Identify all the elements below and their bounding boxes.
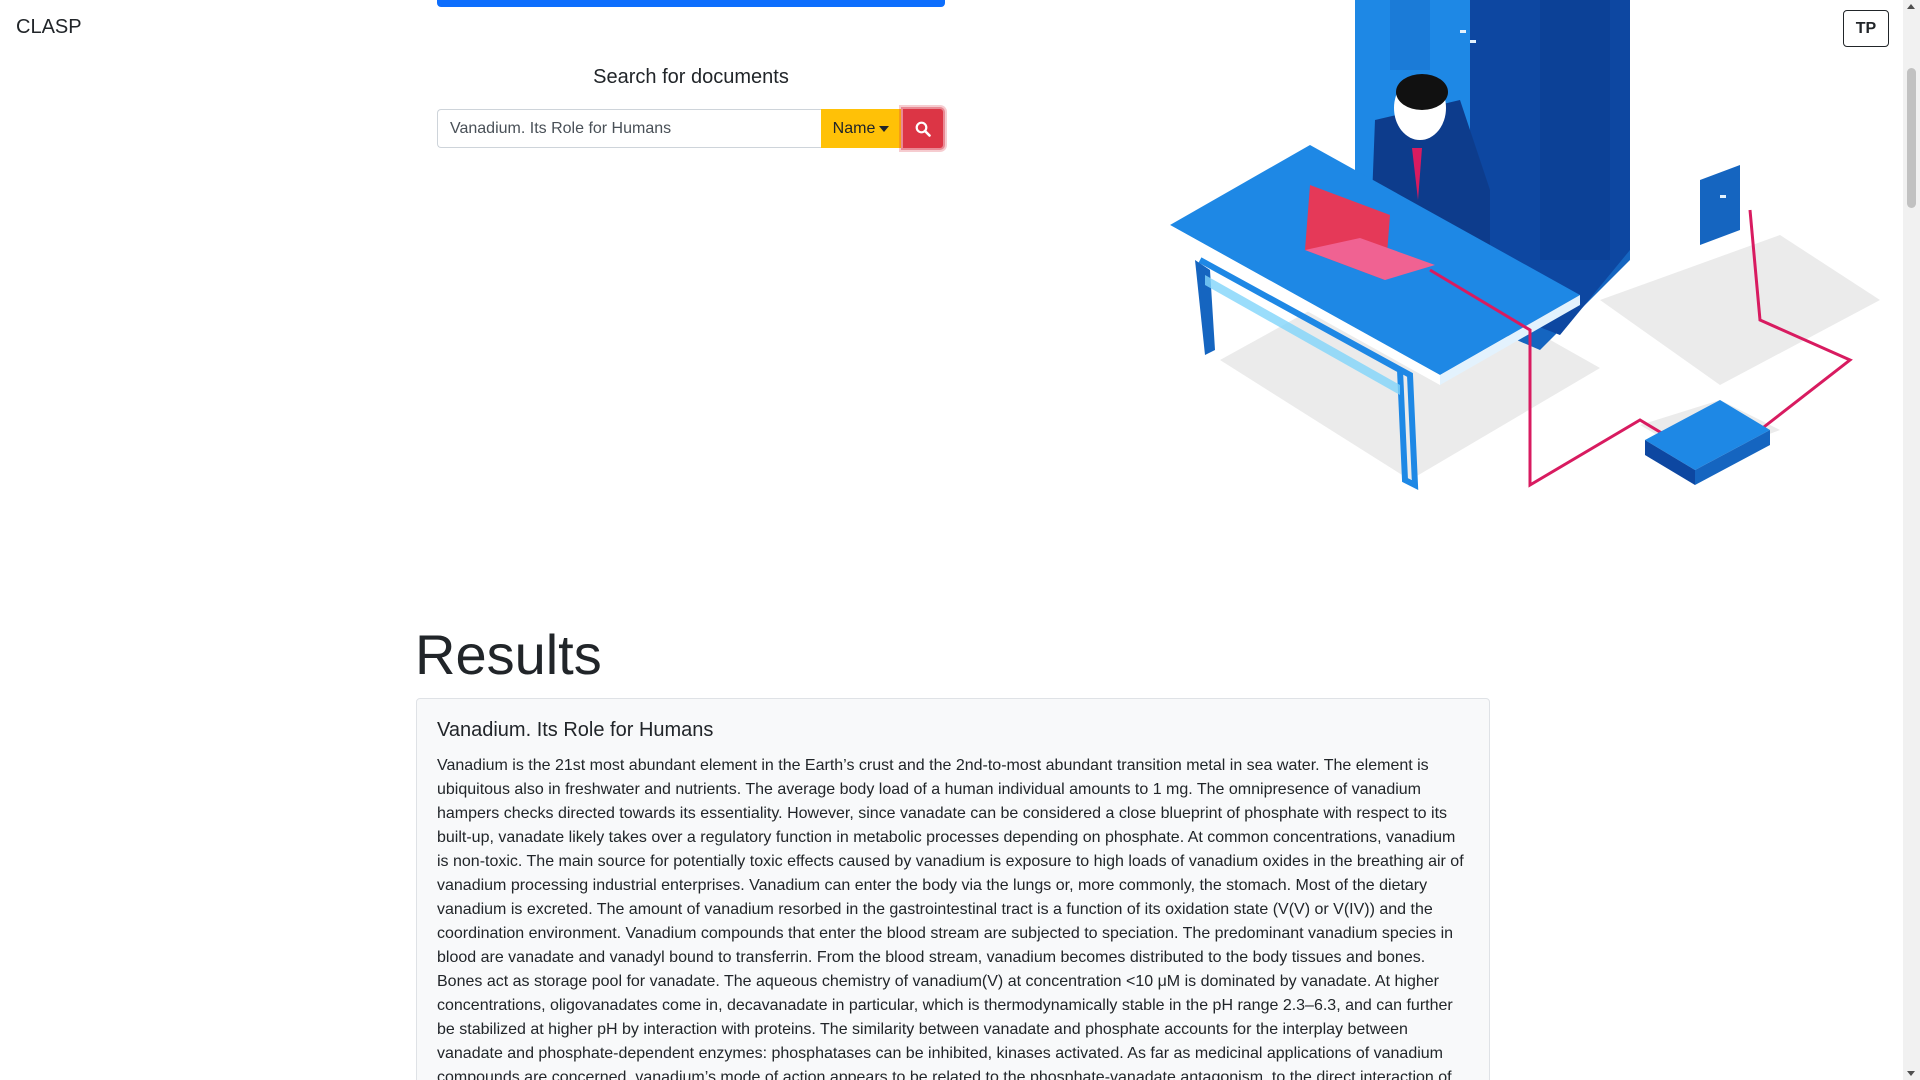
search-icon	[915, 121, 931, 137]
search-button[interactable]	[901, 107, 945, 150]
result-card[interactable]: Vanadium. Its Role for Humans Vanadium i…	[416, 698, 1490, 1080]
server-room-illustration	[1170, 0, 1880, 490]
filter-dropdown-label: Name	[832, 119, 876, 137]
brand-logo[interactable]: CLASP	[16, 16, 82, 39]
result-title[interactable]: Vanadium. Its Role for Humans	[437, 719, 1469, 742]
search-title: Search for documents	[593, 66, 789, 88]
scroll-down-arrow-icon[interactable]	[1907, 1071, 1915, 1076]
search-group: Name	[437, 107, 945, 150]
scroll-up-arrow-icon[interactable]	[1907, 4, 1915, 9]
result-abstract: Vanadium is the 21st most abundant eleme…	[437, 757, 1464, 1080]
results-heading: Results	[415, 623, 602, 686]
scroll-thumb[interactable]	[1907, 68, 1916, 208]
page-scrollbar[interactable]	[1903, 0, 1920, 1080]
search-input[interactable]	[437, 109, 821, 148]
filter-dropdown-button[interactable]: Name	[821, 109, 901, 148]
caret-down-icon	[879, 125, 890, 132]
top-primary-bar[interactable]	[437, 0, 945, 7]
